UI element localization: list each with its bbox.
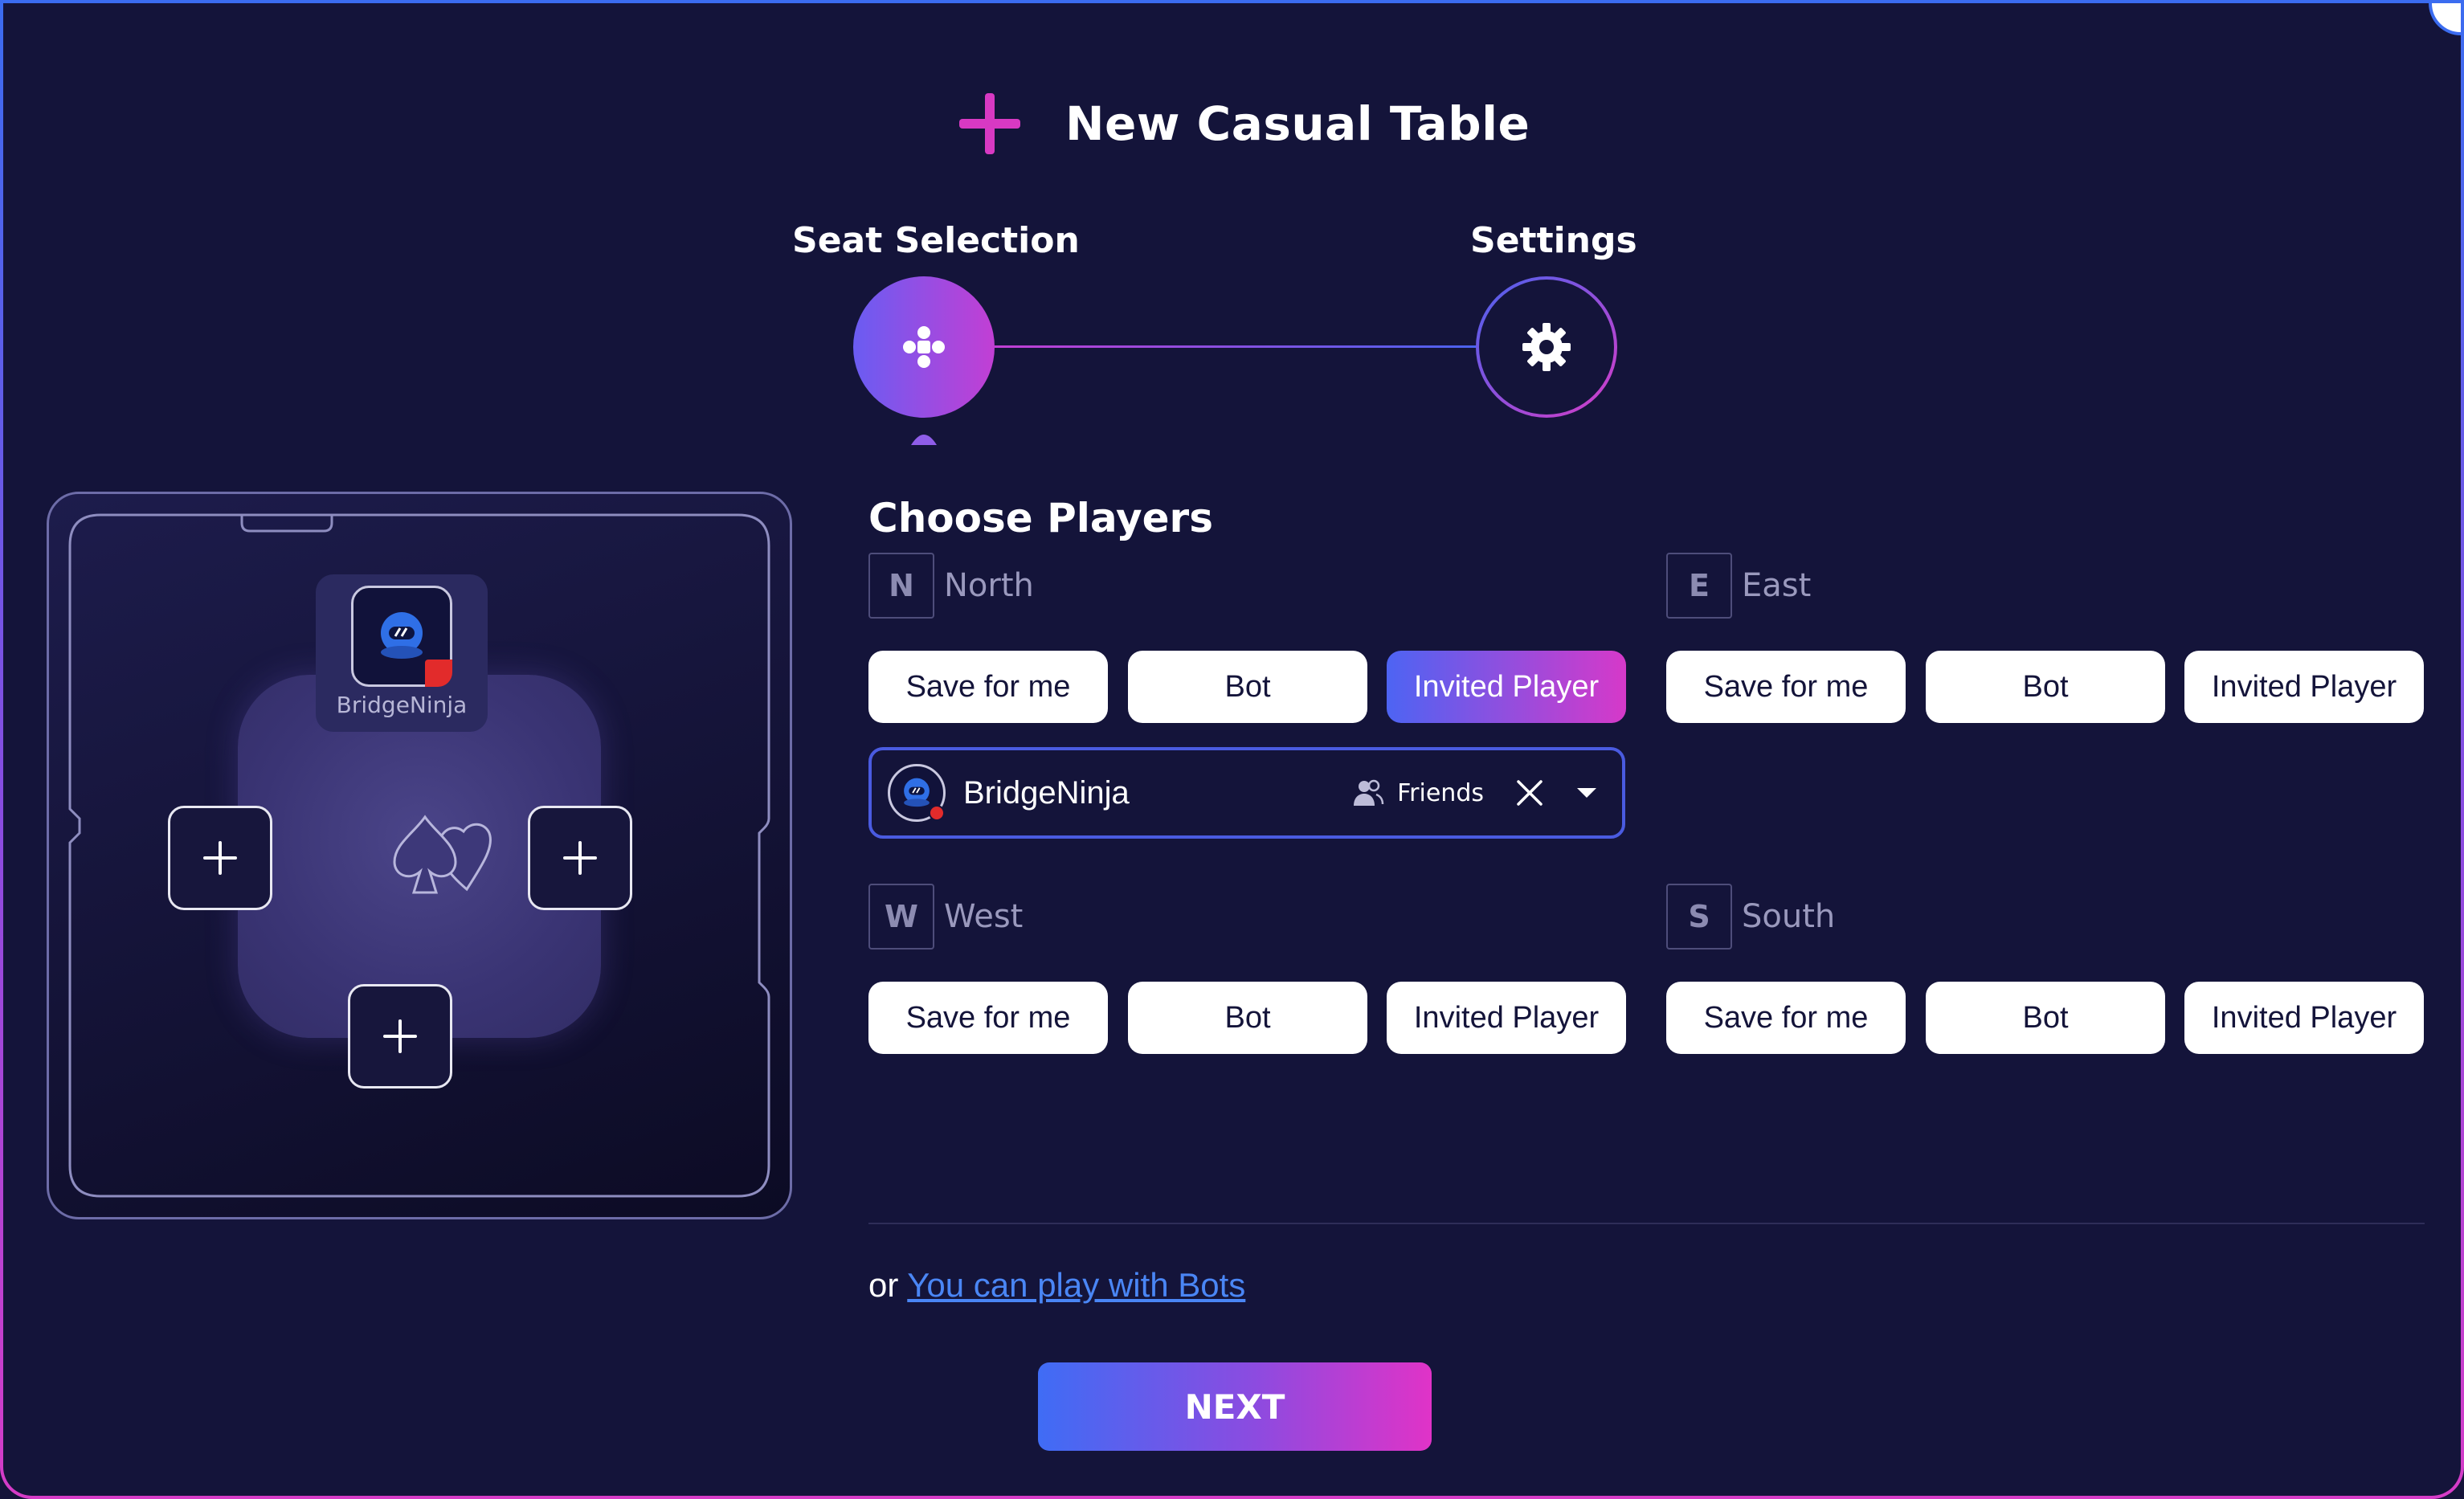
- play-with-bots-link[interactable]: You can play with Bots: [907, 1266, 1245, 1304]
- avatar-logo-icon: [381, 612, 423, 659]
- spade-heart-icon: [393, 815, 492, 894]
- west-invited-player-button[interactable]: Invited Player: [1387, 982, 1626, 1054]
- plus-icon: [383, 1019, 417, 1053]
- step-label-settings: Settings: [1470, 220, 1637, 261]
- divider: [868, 1223, 2425, 1224]
- east-bot-button[interactable]: Bot: [1926, 651, 2165, 723]
- active-step-indicator: [911, 435, 937, 445]
- seat-name: West: [944, 898, 1024, 935]
- avatar: [351, 586, 452, 687]
- step-label-seat-selection: Seat Selection: [792, 220, 1080, 261]
- chevron-down-icon[interactable]: [1575, 786, 1598, 800]
- seat-west-header: W West: [868, 884, 1023, 950]
- section-title: Choose Players: [868, 495, 1213, 541]
- friends-icon: [1354, 779, 1384, 806]
- invite-player-select[interactable]: BridgeNinja Friends: [868, 747, 1625, 839]
- seat-south-header: S South: [1666, 884, 1835, 950]
- east-invited-player-button[interactable]: Invited Player: [2184, 651, 2424, 723]
- plus-icon: [563, 841, 597, 875]
- add-east-player-button[interactable]: [528, 806, 632, 910]
- south-invited-player-button[interactable]: Invited Player: [2184, 982, 2424, 1054]
- play-with-bots-line: or You can play with Bots: [868, 1266, 1245, 1305]
- avatar-logo-icon: [904, 778, 930, 807]
- seat-letter: W: [868, 884, 934, 950]
- new-table-dialog: New Casual Table Seat Selection Settings: [0, 0, 2464, 1499]
- seats-icon: [903, 326, 945, 368]
- north-save-for-me-button[interactable]: Save for me: [868, 651, 1108, 723]
- plus-icon: [959, 93, 1020, 154]
- close-icon[interactable]: [1516, 779, 1543, 807]
- next-button[interactable]: NEXT: [1038, 1362, 1432, 1451]
- table-area: BridgeNinja: [49, 494, 795, 1222]
- seat-letter: N: [868, 553, 934, 619]
- dialog-header: New Casual Table: [959, 88, 1530, 160]
- seat-north-player: BridgeNinja: [336, 692, 468, 718]
- seat-north-card[interactable]: BridgeNinja: [316, 574, 488, 732]
- avatar: [888, 764, 946, 822]
- or-text: or: [868, 1266, 908, 1304]
- step-settings[interactable]: [1476, 276, 1617, 418]
- friends-badge: Friends: [1352, 778, 1484, 807]
- page-title: New Casual Table: [1065, 96, 1530, 151]
- south-save-for-me-button[interactable]: Save for me: [1666, 982, 1906, 1054]
- west-save-for-me-button[interactable]: Save for me: [868, 982, 1108, 1054]
- corner-notch: [2429, 3, 2461, 35]
- status-indicator: [425, 660, 452, 687]
- stepper-connector: [995, 345, 1477, 348]
- west-bot-button[interactable]: Bot: [1128, 982, 1367, 1054]
- seat-name: South: [1742, 898, 1836, 935]
- table-preview: BridgeNinja: [47, 492, 792, 1219]
- seat-north-header: N North: [868, 553, 1034, 619]
- invited-player-name: BridgeNinja: [963, 774, 1130, 811]
- north-bot-button[interactable]: Bot: [1128, 651, 1367, 723]
- gear-icon: [1522, 323, 1571, 371]
- add-south-player-button[interactable]: [348, 984, 452, 1089]
- plus-icon: [203, 841, 237, 875]
- add-west-player-button[interactable]: [168, 806, 272, 910]
- seat-name: North: [944, 567, 1034, 604]
- friends-label: Friends: [1397, 778, 1484, 807]
- east-save-for-me-button[interactable]: Save for me: [1666, 651, 1906, 723]
- seat-letter: S: [1666, 884, 1732, 950]
- step-seat-selection[interactable]: [853, 276, 995, 418]
- status-indicator: [929, 805, 945, 821]
- seat-name: East: [1742, 567, 1812, 604]
- seat-east-header: E East: [1666, 553, 1811, 619]
- seat-letter: E: [1666, 553, 1732, 619]
- south-bot-button[interactable]: Bot: [1926, 982, 2165, 1054]
- north-invited-player-button[interactable]: Invited Player: [1387, 651, 1626, 723]
